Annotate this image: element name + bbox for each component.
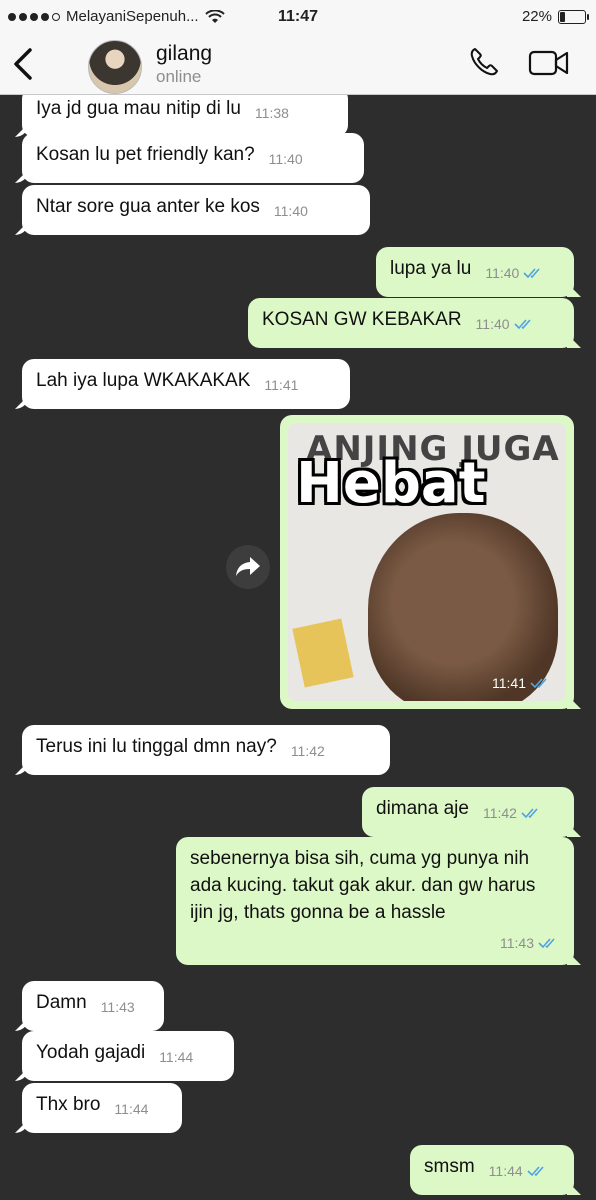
avatar[interactable] [88, 40, 142, 94]
read-ticks-icon [523, 268, 540, 279]
message-bubble-incoming[interactable]: Iya jd gua mau nitip di lu 11:38 [22, 95, 348, 137]
message-text: Damn [36, 992, 87, 1013]
message-text: dimana aje [376, 798, 469, 819]
message-bubble-incoming[interactable]: Ntar sore gua anter ke kos 11:40 [22, 185, 370, 235]
clock: 11:47 [277, 8, 319, 25]
message-text: lupa ya lu [390, 258, 472, 279]
message-text: Terus ini lu tinggal dmn nay? [36, 736, 277, 757]
message-bubble-outgoing[interactable]: smsm 11:44 [410, 1145, 574, 1195]
video-call-icon[interactable] [528, 48, 570, 78]
message-time: 11:41 [492, 675, 552, 691]
back-arrow-icon[interactable] [10, 46, 38, 82]
message-time: 11:40 [273, 203, 308, 219]
battery-percent: 22% [521, 8, 552, 25]
message-bubble-incoming[interactable]: Lah iya lupa WKAKAKAK 11:41 [22, 359, 350, 409]
chat-header: gilang online [0, 34, 596, 95]
message-text: KOSAN GW KEBAKAR [262, 309, 462, 330]
message-time: 11:42 [290, 743, 325, 759]
sticker-image[interactable]: ANJING JUGA Hebat 11:41 [288, 423, 566, 701]
read-ticks-icon [530, 678, 547, 689]
message-bubble-outgoing[interactable]: sebenernya bisa sih, cuma yg punya nih a… [176, 837, 574, 965]
message-text: smsm [424, 1156, 475, 1177]
status-bar: MelayaniSepenuh... 11:47 22% [0, 0, 596, 34]
forward-button[interactable] [226, 545, 270, 589]
sticker-face [368, 513, 558, 701]
message-text: Ntar sore gua anter ke kos [36, 196, 260, 217]
message-text: Lah iya lupa WKAKAKAK [36, 370, 251, 391]
message-bubble-incoming[interactable]: Terus ini lu tinggal dmn nay? 11:42 [22, 725, 390, 775]
battery-icon [558, 9, 589, 24]
message-time: 11:41 [264, 377, 299, 393]
read-ticks-icon [538, 938, 555, 949]
phone-call-icon[interactable] [468, 46, 500, 78]
message-text: Kosan lu pet friendly kan? [36, 144, 255, 165]
message-time: 11:44 [489, 1158, 549, 1185]
message-time: 11:43 [500, 930, 560, 957]
sticker-caption-main: Hebat [296, 451, 486, 516]
message-time: 11:44 [159, 1049, 194, 1065]
message-text: Thx bro [36, 1094, 101, 1115]
message-time: 11:44 [114, 1101, 149, 1117]
message-bubble-outgoing[interactable]: KOSAN GW KEBAKAR 11:40 [248, 298, 574, 348]
message-bubble-outgoing[interactable]: lupa ya lu 11:40 [376, 247, 574, 297]
message-text: sebenernya bisa sih, cuma yg punya nih a… [190, 848, 536, 923]
message-time: 11:38 [254, 105, 289, 121]
contact-name[interactable]: gilang [156, 42, 212, 66]
message-time: 11:43 [100, 999, 135, 1015]
message-bubble-incoming[interactable]: Kosan lu pet friendly kan? 11:40 [22, 133, 364, 183]
contact-status: online [156, 67, 202, 86]
read-ticks-icon [513, 319, 531, 330]
message-time: 11:40 [485, 260, 545, 287]
read-ticks-icon [527, 1166, 544, 1177]
message-bubble-incoming[interactable]: Thx bro 11:44 [22, 1083, 182, 1133]
message-text: Iya jd gua mau nitip di lu [36, 98, 241, 119]
message-time: 11:40 [268, 151, 303, 167]
message-bubble-outgoing[interactable]: dimana aje 11:42 [362, 787, 574, 837]
sticker-message[interactable]: ANJING JUGA Hebat 11:41 [280, 415, 574, 709]
message-time: 11:40 [476, 311, 536, 338]
forward-arrow-icon [236, 557, 260, 576]
message-time: 11:42 [483, 800, 543, 827]
read-ticks-icon [521, 808, 538, 819]
message-bubble-incoming[interactable]: Yodah gajadi 11:44 [22, 1031, 234, 1081]
chat-area[interactable]: Iya jd gua mau nitip di lu 11:38 Kosan lu… [0, 95, 596, 1200]
message-text: Yodah gajadi [36, 1042, 146, 1063]
message-bubble-incoming[interactable]: Damn 11:43 [22, 981, 164, 1031]
